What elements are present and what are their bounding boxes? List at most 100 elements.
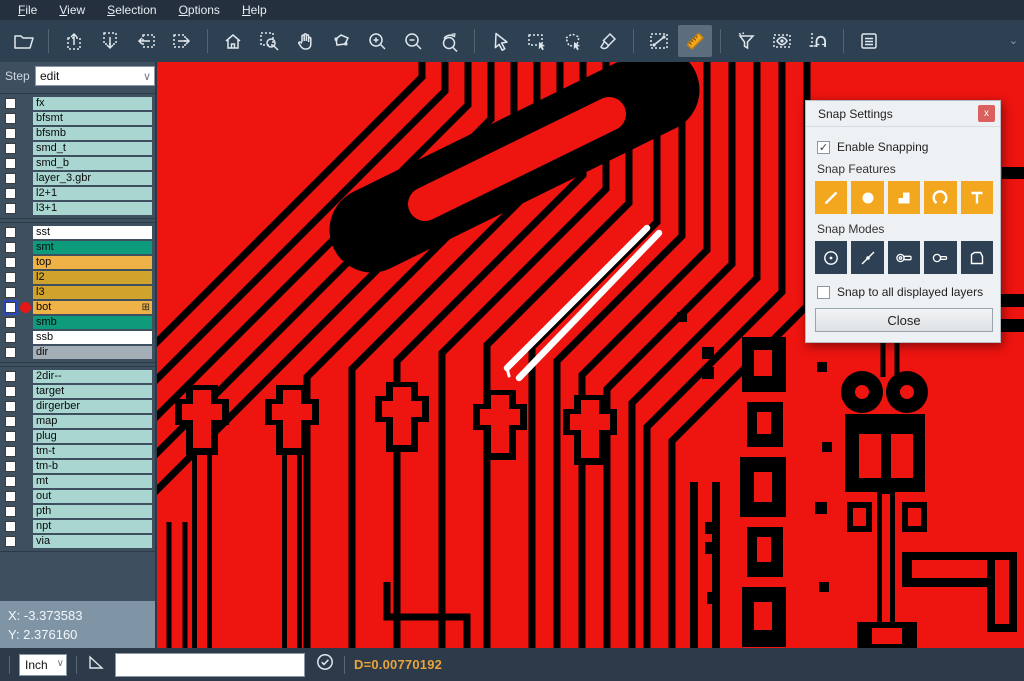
layer-visibility-checkbox[interactable]: [5, 461, 16, 472]
layer-name[interactable]: map: [33, 415, 152, 428]
layer-row[interactable]: bfsmb: [0, 126, 155, 141]
layer-name[interactable]: target: [33, 385, 152, 398]
menu-file[interactable]: File: [8, 1, 47, 19]
measure-point-to-point-icon[interactable]: [642, 25, 676, 57]
layer-row[interactable]: l3+1: [0, 201, 155, 216]
import-left-icon[interactable]: [129, 25, 163, 57]
menu-help[interactable]: Help: [232, 1, 277, 19]
clear-selection-brush-icon[interactable]: [591, 25, 625, 57]
layer-row[interactable]: ssb: [0, 330, 155, 345]
snap-mode-pad-entry-button[interactable]: [888, 241, 920, 274]
enable-snapping-checkbox[interactable]: ✓: [817, 141, 830, 154]
layer-name[interactable]: sst: [33, 226, 152, 239]
layer-row[interactable]: bfsmt: [0, 111, 155, 126]
layer-visibility-checkbox[interactable]: [5, 347, 16, 358]
layer-visibility-checkbox[interactable]: [5, 506, 16, 517]
layer-row[interactable]: tm-t: [0, 444, 155, 459]
layer-name[interactable]: 2dir--: [33, 370, 152, 383]
layer-row-active[interactable]: bot⊞: [0, 300, 155, 315]
layer-name[interactable]: tm-b: [33, 460, 152, 473]
layer-visibility-checkbox[interactable]: [5, 386, 16, 397]
select-pointer-icon[interactable]: [483, 25, 517, 57]
snap-feature-pad-button[interactable]: [851, 181, 883, 214]
layer-visibility-checkbox[interactable]: [5, 491, 16, 502]
layer-name[interactable]: fx: [33, 97, 152, 110]
layer-row[interactable]: smd_b: [0, 156, 155, 171]
import-top-icon[interactable]: [57, 25, 91, 57]
layer-row[interactable]: dirgerber: [0, 399, 155, 414]
layer-visibility-checkbox[interactable]: [5, 98, 16, 109]
pan-hand-icon[interactable]: [288, 25, 322, 57]
view-selection-eye-icon[interactable]: [765, 25, 799, 57]
layer-name[interactable]: mt: [33, 475, 152, 488]
layer-visibility-checkbox[interactable]: [5, 416, 16, 427]
open-folder-icon[interactable]: [6, 25, 40, 57]
layer-name[interactable]: via: [33, 535, 152, 548]
layer-row[interactable]: out: [0, 489, 155, 504]
dialog-title-bar[interactable]: Snap Settings x: [806, 101, 1000, 127]
layer-visibility-checkbox[interactable]: [5, 401, 16, 412]
layer-name[interactable]: l3+1: [33, 202, 152, 215]
layer-name[interactable]: out: [33, 490, 152, 503]
layer-visibility-checkbox[interactable]: [5, 128, 16, 139]
panels-icon[interactable]: [852, 25, 886, 57]
menu-options[interactable]: Options: [169, 1, 230, 19]
layer-name[interactable]: bfsmt: [33, 112, 152, 125]
layer-name[interactable]: dirgerber: [33, 400, 152, 413]
toolbar-overflow-chevron[interactable]: ⌄: [1009, 34, 1018, 47]
layer-visibility-checkbox[interactable]: [5, 431, 16, 442]
apply-check-icon[interactable]: [315, 652, 335, 677]
layer-row[interactable]: smb: [0, 315, 155, 330]
layer-visibility-checkbox[interactable]: [5, 113, 16, 124]
zoom-selection-icon[interactable]: [252, 25, 286, 57]
layer-name[interactable]: top: [33, 256, 152, 269]
enable-snapping-row[interactable]: ✓ Enable Snapping: [817, 140, 993, 154]
layer-visibility-checkbox[interactable]: [5, 371, 16, 382]
zoom-previous-icon[interactable]: [432, 25, 466, 57]
close-icon[interactable]: x: [978, 105, 995, 122]
layer-visibility-checkbox[interactable]: [5, 476, 16, 487]
layer-row[interactable]: smd_t: [0, 141, 155, 156]
layer-visibility-checkbox[interactable]: [5, 257, 16, 268]
layer-visibility-checkbox[interactable]: [5, 521, 16, 532]
snap-feature-surface-button[interactable]: [888, 181, 920, 214]
filter-icon[interactable]: [729, 25, 763, 57]
import-bottom-icon[interactable]: [93, 25, 127, 57]
layer-visibility-checkbox[interactable]: [5, 188, 16, 199]
ruler-icon[interactable]: [678, 25, 712, 57]
layer-visibility-checkbox[interactable]: [5, 227, 16, 238]
layer-row[interactable]: fx: [0, 96, 155, 111]
layer-visibility-checkbox[interactable]: [5, 242, 16, 253]
layer-visibility-checkbox[interactable]: [5, 536, 16, 547]
menu-view[interactable]: View: [49, 1, 95, 19]
layer-name[interactable]: smb: [33, 316, 152, 329]
layer-grid-icon[interactable]: ⊞: [142, 303, 152, 313]
layer-name[interactable]: plug: [33, 430, 152, 443]
layer-row[interactable]: smt: [0, 240, 155, 255]
snap-all-layers-checkbox[interactable]: [817, 286, 830, 299]
layer-row[interactable]: l2: [0, 270, 155, 285]
layer-name[interactable]: dir: [33, 346, 152, 359]
layer-name[interactable]: bfsmb: [33, 127, 152, 140]
layer-row[interactable]: via: [0, 534, 155, 549]
layer-name[interactable]: npt: [33, 520, 152, 533]
snap-mode-point-on-feature-button[interactable]: [851, 241, 883, 274]
unit-select[interactable]: Inch∨: [19, 654, 67, 676]
zoom-polygon-icon[interactable]: [324, 25, 358, 57]
zoom-home-icon[interactable]: [216, 25, 250, 57]
layer-row[interactable]: tm-b: [0, 459, 155, 474]
layer-row[interactable]: top: [0, 255, 155, 270]
layer-visibility-checkbox[interactable]: [5, 158, 16, 169]
layer-name[interactable]: smd_b: [33, 157, 152, 170]
zoom-out-icon[interactable]: [396, 25, 430, 57]
layer-row[interactable]: plug: [0, 429, 155, 444]
select-rectangle-icon[interactable]: [519, 25, 553, 57]
snap-feature-text-button[interactable]: [961, 181, 993, 214]
layer-visibility-checkbox[interactable]: [5, 302, 16, 313]
layer-name[interactable]: smt: [33, 241, 152, 254]
layer-name[interactable]: layer_3.gbr: [33, 172, 152, 185]
layer-name[interactable]: smd_t: [33, 142, 152, 155]
snap-magnet-icon[interactable]: [801, 25, 835, 57]
layer-visibility-checkbox[interactable]: [5, 203, 16, 214]
select-polygon-icon[interactable]: [555, 25, 589, 57]
